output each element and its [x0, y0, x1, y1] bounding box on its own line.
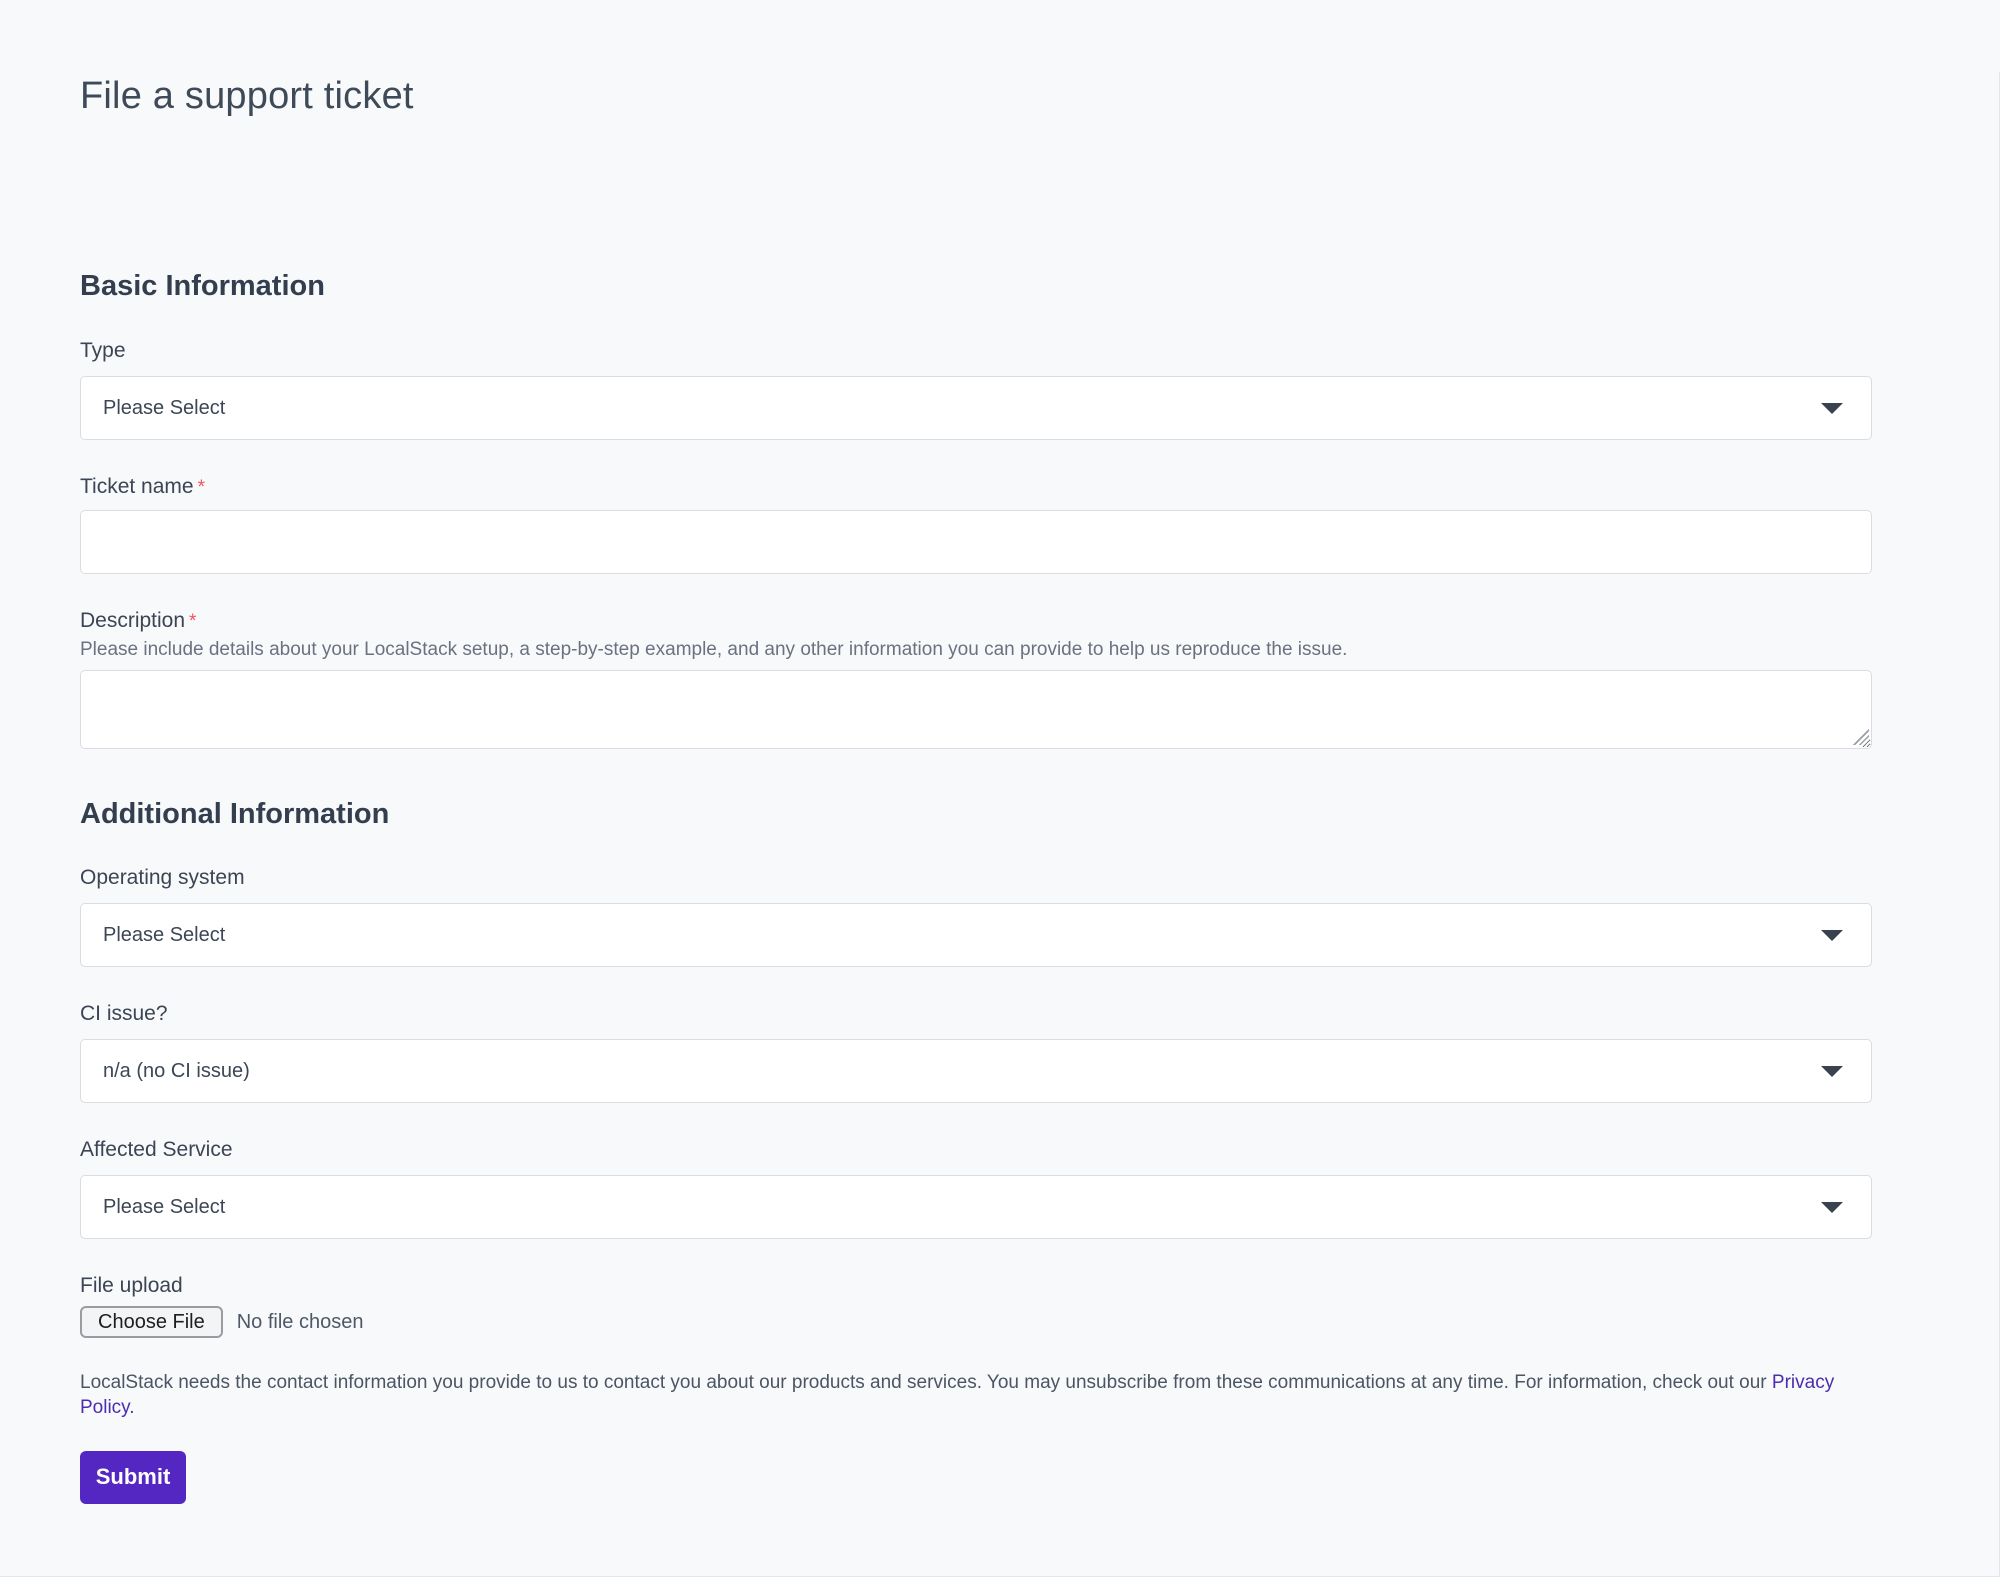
description-textarea[interactable]: [80, 670, 1872, 749]
field-file-upload: File upload Choose File No file chosen: [80, 1272, 1872, 1338]
chevron-down-icon: [1821, 403, 1843, 414]
chevron-down-icon: [1821, 1066, 1843, 1077]
required-asterisk: *: [189, 611, 196, 632]
field-operating-system: Operating system Please Select: [80, 864, 1872, 967]
field-description: Description* Please include details abou…: [80, 607, 1872, 749]
field-type: Type Please Select: [80, 337, 1872, 440]
affected-service-label: Affected Service: [80, 1136, 1872, 1164]
section-heading-basic-information: Basic Information: [80, 269, 1872, 304]
file-upload-label: File upload: [80, 1272, 1872, 1300]
operating-system-select[interactable]: Please Select: [80, 903, 1872, 967]
operating-system-label: Operating system: [80, 864, 1872, 892]
affected-service-select-value: Please Select: [103, 1196, 225, 1219]
operating-system-select-value: Please Select: [103, 924, 225, 947]
field-affected-service: Affected Service Please Select: [80, 1136, 1872, 1239]
privacy-notice: LocalStack needs the contact information…: [80, 1371, 1872, 1420]
field-ci-issue: CI issue? n/a (no CI issue): [80, 1000, 1872, 1103]
description-label: Description*: [80, 607, 1872, 635]
ticket-name-label: Ticket name*: [80, 473, 1872, 501]
ticket-name-input[interactable]: [80, 510, 1872, 574]
type-select-value: Please Select: [103, 397, 225, 420]
ci-issue-select-value: n/a (no CI issue): [103, 1060, 250, 1083]
required-asterisk: *: [198, 477, 205, 498]
choose-file-button[interactable]: Choose File: [80, 1306, 223, 1338]
affected-service-select[interactable]: Please Select: [80, 1175, 1872, 1239]
ci-issue-label: CI issue?: [80, 1000, 1872, 1028]
file-upload-control: Choose File No file chosen: [80, 1306, 1872, 1338]
description-label-text: Description: [80, 609, 185, 632]
ticket-name-label-text: Ticket name: [80, 475, 194, 498]
chevron-down-icon: [1821, 1202, 1843, 1213]
page-title: File a support ticket: [80, 72, 1872, 121]
type-select[interactable]: Please Select: [80, 376, 1872, 440]
submit-button[interactable]: Submit: [80, 1451, 186, 1504]
privacy-notice-text: LocalStack needs the contact information…: [80, 1372, 1772, 1393]
description-textarea-wrap: [80, 670, 1872, 749]
chevron-down-icon: [1821, 930, 1843, 941]
type-label: Type: [80, 337, 1872, 365]
field-ticket-name: Ticket name*: [80, 473, 1872, 574]
ci-issue-select[interactable]: n/a (no CI issue): [80, 1039, 1872, 1103]
section-heading-additional-information: Additional Information: [80, 797, 1872, 832]
support-ticket-page: File a support ticket Basic Information …: [0, 72, 1999, 1504]
description-helper-text: Please include details about your LocalS…: [80, 638, 1872, 663]
file-chosen-status: No file chosen: [237, 1311, 364, 1334]
